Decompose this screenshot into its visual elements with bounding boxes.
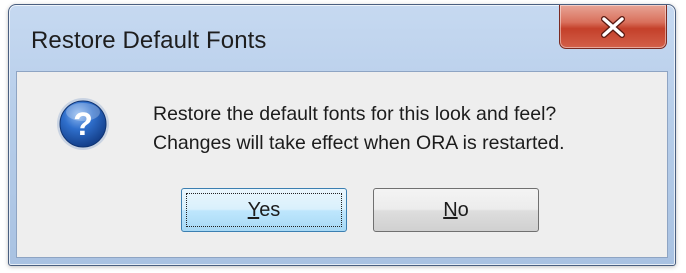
message-line-1: Restore the default fonts for this look … [153,103,557,125]
no-button-label: No [443,199,469,222]
dialog-message: Restore the default fonts for this look … [153,100,565,158]
no-label-rest: o [457,198,469,221]
close-button[interactable] [559,5,667,49]
yes-button-label: Yes [248,199,281,222]
dialog-window: Restore Default Fonts ? Restore the defa… [8,4,676,266]
svg-text:?: ? [73,106,93,142]
yes-mnemonic: Y [247,198,260,221]
yes-label-rest: es [259,198,281,221]
close-icon [601,15,625,38]
dialog-content: ? Restore the default fonts for this loo… [16,71,668,258]
question-icon: ? [57,98,109,150]
no-mnemonic: N [443,198,458,221]
message-line-2: Changes will take effect when ORA is res… [153,132,565,154]
title-bar[interactable]: Restore Default Fonts [9,5,675,71]
no-button[interactable]: No [373,188,539,232]
yes-button[interactable]: Yes [181,188,347,232]
dialog-title: Restore Default Fonts [31,27,267,54]
